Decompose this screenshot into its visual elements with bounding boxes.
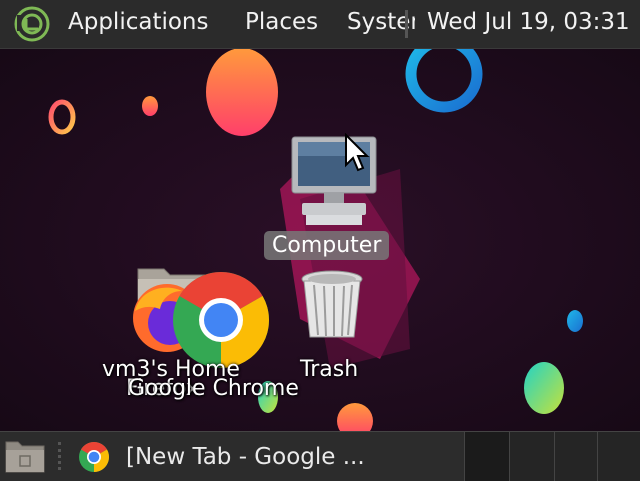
mouse-cursor-icon xyxy=(345,133,370,172)
chrome-icon[interactable] xyxy=(172,271,270,369)
trash-icon[interactable] xyxy=(300,269,364,341)
menu-places[interactable]: Places xyxy=(245,9,318,35)
chrome-launcher-icon[interactable] xyxy=(78,441,110,473)
workspace-4[interactable] xyxy=(597,432,640,481)
desktop[interactable]: Computer Trash vm3's Home Firefox Google… xyxy=(0,49,640,431)
launcher-separator xyxy=(58,442,67,470)
chrome-label[interactable]: Google Chrome xyxy=(128,376,299,401)
workspace-2[interactable] xyxy=(509,432,554,481)
show-desktop-icon[interactable] xyxy=(4,438,46,474)
panel-separator xyxy=(405,10,408,38)
computer-label[interactable]: Computer xyxy=(264,231,390,260)
taskbar-window-button[interactable]: [New Tab - Google ... xyxy=(126,444,365,470)
bottom-panel: [New Tab - Google ... xyxy=(0,431,640,481)
clock[interactable]: Wed Jul 19, 03:31 xyxy=(427,9,630,35)
top-panel: Applications Places System Wed Jul 19, 0… xyxy=(0,0,640,49)
linux-mint-logo-icon[interactable] xyxy=(10,5,54,43)
workspace-3[interactable] xyxy=(554,432,597,481)
menu-applications[interactable]: Applications xyxy=(68,9,209,35)
workspace-1[interactable] xyxy=(464,432,509,481)
trash-label[interactable]: Trash xyxy=(300,357,358,382)
